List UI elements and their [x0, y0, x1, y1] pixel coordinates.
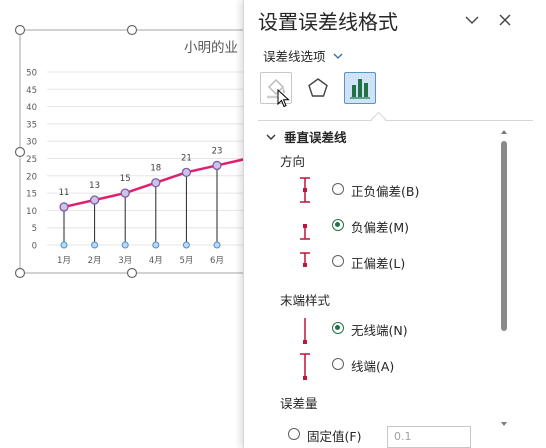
data-label: 11	[59, 188, 70, 198]
section-vertical-error-bar[interactable]: 垂直误差线	[266, 127, 347, 146]
data-point-marker[interactable]	[120, 188, 130, 198]
y-tick-label: 50	[26, 69, 37, 79]
radio-button[interactable]	[332, 183, 344, 195]
pane-title: 设置误差线格式	[258, 10, 398, 34]
radio-minus-direction[interactable]: 负偏差(M)	[290, 211, 490, 241]
y-tick-label: 20	[26, 172, 37, 182]
y-tick-label: 0	[32, 242, 37, 252]
no-cap-icon	[303, 318, 307, 344]
mouse-pointer-icon	[277, 89, 290, 108]
radio-button[interactable]	[332, 322, 344, 334]
radio-button[interactable]	[332, 255, 344, 267]
radio-plus-direction[interactable]: 正偏差(L)	[290, 247, 490, 277]
y-tick-label: 15	[26, 190, 37, 200]
active-tab-caret	[370, 111, 387, 128]
y-tick-label: 10	[26, 207, 37, 217]
error-bar-end-marker[interactable]	[60, 241, 68, 249]
tab-separator	[258, 120, 533, 121]
chevron-down-icon	[333, 53, 342, 59]
x-tick-label: 6月	[210, 256, 224, 266]
close-icon[interactable]	[496, 11, 514, 29]
data-label: 13	[89, 181, 100, 191]
minus-error-bar-icon	[300, 224, 310, 240]
both-error-bar-icon	[300, 177, 310, 203]
direction-label: 方向	[280, 154, 306, 169]
y-tick-label: 35	[26, 120, 37, 130]
section-title: 垂直误差线	[284, 130, 347, 145]
pentagon-effects-icon	[308, 78, 328, 97]
y-tick-label: 45	[26, 86, 37, 96]
data-point-marker[interactable]	[89, 195, 100, 205]
chart-area[interactable]: 小明的业051015202530354045501月2月3月4月5月6月7111…	[0, 0, 244, 448]
error-bar-end-marker[interactable]	[182, 241, 190, 249]
selection-handle[interactable]	[126, 24, 138, 36]
x-tick-label: 5月	[179, 256, 193, 266]
scrollbar[interactable]	[498, 127, 510, 432]
selection-handle[interactable]	[14, 267, 26, 279]
data-point-marker[interactable]	[151, 178, 161, 188]
radio-both-direction[interactable]: 正负偏差(B)	[290, 175, 490, 205]
line-chart[interactable]: 小明的业051015202530354045501月2月3月4月5月6月7111…	[0, 0, 244, 448]
y-tick-label: 5	[32, 224, 37, 234]
chart-title: 小明的业	[184, 40, 238, 56]
radio-no-cap[interactable]: 无线端(N)	[290, 314, 490, 344]
tab-error-bar-options[interactable]	[344, 72, 376, 104]
cap-icon	[300, 353, 310, 380]
error-bar-end-marker[interactable]	[213, 241, 221, 249]
option-label: 线端(A)	[351, 359, 395, 374]
error-bar-options-dropdown[interactable]: 误差线选项	[263, 46, 344, 65]
error-amount-label: 误差量	[280, 396, 318, 411]
tab-fill-line[interactable]	[260, 72, 292, 108]
selection-handle[interactable]	[14, 24, 26, 36]
data-label: 15	[120, 174, 131, 184]
x-tick-label: 3月	[118, 256, 132, 266]
y-tick-label: 40	[26, 103, 37, 113]
option-label: 负偏差(M)	[351, 220, 410, 235]
scroll-thumb[interactable]	[501, 141, 507, 331]
scroll-down-icon[interactable]	[499, 419, 509, 429]
error-bar-end-marker[interactable]	[121, 241, 129, 249]
option-label: 无线端(N)	[351, 323, 408, 338]
radio-button[interactable]	[332, 219, 344, 231]
format-error-bars-pane: 设置误差线格式 误差线选项 垂直误差线 方向 正负偏差(B) 负偏差(M) 正偏…	[243, 0, 546, 448]
collapse-chevron-icon	[266, 134, 276, 140]
plus-error-bar-icon	[300, 252, 310, 267]
data-point-marker[interactable]	[59, 202, 69, 212]
x-tick-label: 2月	[88, 256, 102, 266]
error-bar-end-marker[interactable]	[152, 241, 160, 249]
tab-effects[interactable]	[302, 72, 334, 104]
data-point-marker[interactable]	[181, 167, 192, 177]
data-point-marker[interactable]	[212, 160, 222, 171]
y-tick-label: 25	[26, 155, 37, 165]
data-label: 23	[212, 146, 223, 156]
end-style-label: 末端样式	[280, 293, 331, 308]
chevron-down-icon[interactable]	[463, 11, 481, 29]
bar-chart-icon	[350, 79, 370, 99]
selection-handle[interactable]	[126, 267, 138, 279]
selection-handle[interactable]	[14, 146, 26, 158]
options-label: 误差线选项	[263, 49, 326, 64]
option-label: 正偏差(L)	[351, 256, 406, 271]
x-tick-label: 4月	[149, 256, 163, 266]
chart-frame[interactable]	[19, 29, 244, 274]
option-label: 正负偏差(B)	[351, 184, 420, 199]
data-label: 18	[150, 164, 161, 174]
option-label: 固定值(F)	[307, 429, 362, 444]
x-tick-label: 1月	[57, 256, 71, 266]
radio-button[interactable]	[288, 428, 300, 440]
scroll-up-icon[interactable]	[499, 127, 509, 137]
error-bar-end-marker[interactable]	[91, 241, 99, 249]
radio-cap[interactable]: 线端(A)	[290, 350, 490, 380]
fixed-value-input[interactable]: 0.1	[387, 426, 471, 448]
data-label: 21	[181, 153, 192, 163]
y-tick-label: 30	[26, 138, 37, 148]
radio-button[interactable]	[332, 358, 344, 370]
